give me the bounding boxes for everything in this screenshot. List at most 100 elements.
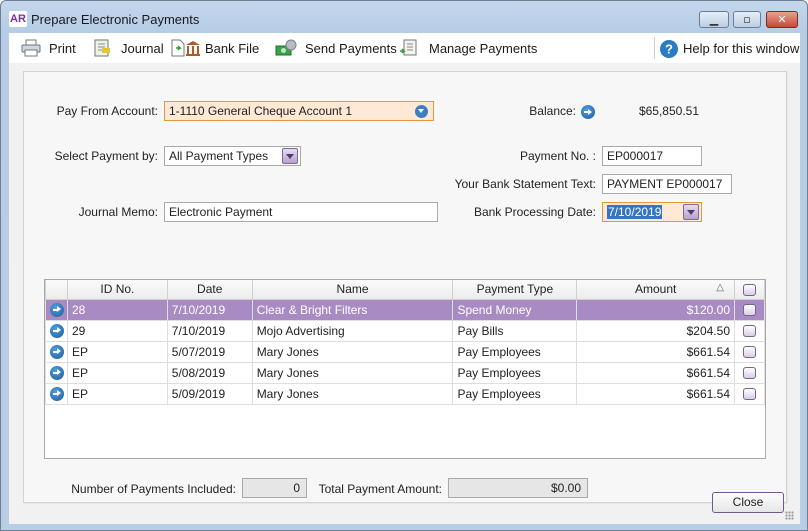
cell-include[interactable] (734, 382, 765, 405)
send-payments-button[interactable]: Send Payments (275, 37, 397, 59)
cell-amount: $661.54 (576, 340, 735, 363)
table-header-row: ID No. Date Name Payment Type Amount △ (45, 280, 765, 300)
table-row[interactable]: 29 7/10/2019 Mojo Advertising Pay Bills $204… (45, 319, 765, 342)
journal-button[interactable]: Journal (93, 37, 164, 59)
cell-name: Mary Jones (251, 361, 454, 384)
calendar-dropdown-icon[interactable] (683, 204, 699, 220)
include-checkbox[interactable] (743, 346, 756, 359)
row-detail-arrow-icon[interactable] (45, 361, 68, 384)
minimize-button[interactable]: ▁ (699, 11, 729, 28)
cell-include[interactable] (734, 298, 765, 321)
bank-file-label: Bank File (205, 40, 260, 56)
help-icon: ? (659, 39, 679, 58)
cell-amount: $661.54 (576, 361, 735, 384)
select-payment-by-select[interactable]: All Payment Types (164, 146, 301, 166)
include-checkbox[interactable] (743, 367, 756, 380)
column-header-amount[interactable]: Amount △ (576, 280, 735, 300)
column-header-include-all[interactable] (734, 280, 765, 300)
window-close-button[interactable]: ✕ (766, 11, 798, 28)
send-payments-icon (275, 39, 297, 57)
row-detail-arrow-icon[interactable] (45, 319, 68, 342)
table-row[interactable]: EP 5/08/2019 Mary Jones Pay Employees $661.5… (45, 361, 765, 384)
include-checkbox[interactable] (743, 304, 756, 317)
table-row[interactable]: EP 5/07/2019 Mary Jones Pay Employees $661.5… (45, 340, 765, 363)
send-payments-label: Send Payments (305, 40, 397, 56)
column-header-date[interactable]: Date (166, 280, 253, 300)
chevron-down-icon[interactable] (415, 105, 428, 118)
row-detail-arrow-icon[interactable] (45, 382, 68, 405)
table-row[interactable]: EP 5/09/2019 Mary Jones Pay Employees $661.5… (45, 382, 765, 405)
pay-from-account-label: Pay From Account: (56, 104, 158, 118)
balance-detail-arrow-icon[interactable] (581, 105, 595, 119)
num-payments-value: 0 (242, 478, 307, 498)
bank-processing-date-label: Bank Processing Date: (473, 205, 596, 219)
cell-date: 5/09/2019 (166, 382, 253, 405)
amount-header-label: Amount (634, 282, 677, 297)
pay-from-account-select[interactable]: 1-1110 General Cheque Account 1 (164, 101, 434, 121)
column-header-id[interactable]: ID No. (66, 280, 168, 300)
cell-payment-type: Pay Employees (452, 361, 578, 384)
print-button[interactable]: Print (21, 37, 76, 59)
cell-payment-type: Spend Money (452, 298, 578, 321)
journal-memo-input[interactable]: Electronic Payment (164, 202, 438, 222)
row-detail-arrow-icon[interactable] (50, 344, 64, 359)
journal-label: Journal (121, 40, 164, 56)
cell-name: Mojo Advertising (251, 319, 454, 342)
svg-text:?: ? (665, 42, 673, 57)
row-detail-arrow-icon[interactable] (45, 298, 68, 321)
chevron-down-icon[interactable] (282, 148, 298, 164)
manage-payments-button[interactable]: Manage Payments (399, 37, 537, 59)
printer-icon (21, 39, 41, 57)
table-row[interactable]: 28 7/10/2019 Clear & Bright Filters Spend M… (45, 298, 765, 321)
close-button[interactable]: Close (712, 492, 784, 513)
payment-no-input[interactable]: EP000017 (602, 146, 702, 166)
row-detail-arrow-icon[interactable] (45, 340, 68, 363)
cell-amount: $661.54 (576, 382, 735, 405)
maximize-button[interactable]: ▫ (733, 11, 761, 28)
cell-id: EP (66, 382, 168, 405)
help-label: Help for this window (683, 40, 800, 56)
minimize-icon: ▁ (709, 13, 719, 26)
cell-payment-type: Pay Employees (452, 382, 578, 405)
total-amount-label: Total Payment Amount: (318, 482, 442, 496)
cell-date: 7/10/2019 (166, 319, 253, 342)
cell-date: 7/10/2019 (166, 298, 253, 321)
bank-file-icon (171, 39, 201, 57)
payment-no-value: EP000017 (607, 149, 664, 163)
cell-amount: $120.00 (576, 298, 735, 321)
row-detail-arrow-icon[interactable] (50, 323, 64, 338)
column-header-name[interactable]: Name (251, 280, 454, 300)
balance-value: $65,850.51 (638, 104, 699, 118)
cell-id: 29 (66, 319, 168, 342)
column-header-payment-type[interactable]: Payment Type (452, 280, 578, 300)
payments-table: ID No. Date Name Payment Type Amount △ 28… (44, 279, 766, 459)
cell-name: Mary Jones (251, 340, 454, 363)
resize-grip[interactable] (785, 511, 794, 520)
bank-statement-text-input[interactable]: PAYMENT EP000017 (602, 174, 732, 194)
bank-processing-date-input[interactable]: 7/10/2019 (602, 202, 702, 222)
select-payment-by-value: All Payment Types (169, 149, 269, 163)
row-detail-arrow-icon[interactable] (50, 365, 64, 380)
app-window: AR Prepare Electronic Payments ▁ ▫ ✕ Pri… (0, 0, 808, 531)
total-amount-value: $0.00 (448, 478, 588, 498)
select-payment-by-label: Select Payment by: (54, 149, 158, 163)
cell-payment-type: Pay Employees (452, 340, 578, 363)
help-button[interactable]: ? Help for this window (659, 37, 799, 59)
cell-include[interactable] (734, 319, 765, 342)
manage-payments-icon (399, 39, 419, 57)
payment-no-label: Payment No. : (519, 149, 596, 163)
row-detail-arrow-icon[interactable] (50, 302, 64, 317)
cell-include[interactable] (734, 340, 765, 363)
manage-payments-label: Manage Payments (429, 40, 538, 56)
num-payments-label: Number of Payments Included: (71, 482, 236, 496)
journal-memo-value: Electronic Payment (169, 205, 273, 219)
cell-include[interactable] (734, 361, 765, 384)
bank-file-button[interactable]: Bank File (171, 37, 259, 59)
include-checkbox[interactable] (743, 388, 756, 401)
close-icon: ✕ (777, 13, 787, 26)
include-checkbox[interactable] (743, 325, 756, 338)
select-all-checkbox[interactable] (743, 284, 756, 297)
cell-id: 28 (66, 298, 168, 321)
bank-statement-text-label: Your Bank Statement Text: (454, 177, 596, 191)
row-detail-arrow-icon[interactable] (50, 386, 64, 401)
